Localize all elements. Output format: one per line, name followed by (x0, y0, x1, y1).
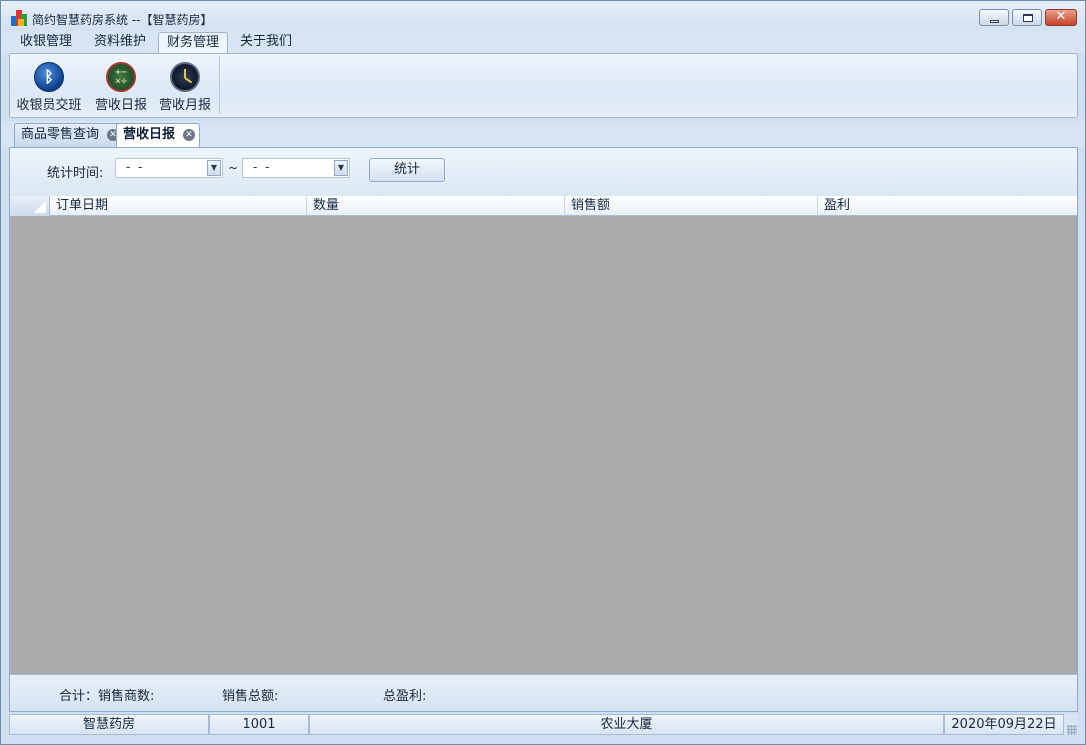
cashier-handover-button[interactable]: ᛒ 收银员交班 (16, 56, 82, 114)
app-window: 简约智慧药房系统 --【智慧药房】 ✕ 收银管理 资料维护 财务管理 关于我们 … (0, 0, 1086, 745)
end-date-picker[interactable]: - - ▼ (242, 158, 350, 178)
minimize-icon (990, 20, 999, 23)
daily-revenue-panel: 统计时间: - - ▼ ~ - - ▼ 统计 订单日期 数量 销售额 盈利 合计… (9, 147, 1078, 712)
ribbon-tab-finance[interactable]: 财务管理 (158, 32, 229, 54)
chevron-down-icon[interactable]: ▼ (334, 160, 348, 176)
filter-bar: 统计时间: - - ▼ ~ - - ▼ 统计 (10, 148, 1077, 196)
total-items-label: 合计：销售商数: (59, 689, 155, 704)
app-logo-icon (11, 10, 27, 26)
maximize-icon (1023, 14, 1033, 22)
daily-revenue-button[interactable]: +− ×÷ 营收日报 (88, 56, 154, 114)
clock-icon (170, 62, 200, 92)
start-date-value: - - (126, 160, 145, 174)
window-controls: ✕ (976, 9, 1077, 27)
document-tab-bar: 商品零售查询 ✕ 营收日报 ✕ (1, 121, 1085, 147)
monthly-revenue-label: 营收月报 (158, 98, 211, 113)
bluetooth-icon: ᛒ (34, 62, 64, 92)
ribbon-panel: ᛒ 收银员交班 +− ×÷ 营收日报 营收月报 (9, 53, 1078, 118)
revenue-grid[interactable]: 订单日期 数量 销售额 盈利 (10, 196, 1077, 674)
title-bar[interactable]: 简约智慧药房系统 --【智慧药房】 ✕ (1, 1, 1085, 31)
ribbon-group-finance: ᛒ 收银员交班 +− ×÷ 营收日报 营收月报 (12, 56, 220, 114)
grid-header: 订单日期 数量 销售额 盈利 (10, 196, 1077, 216)
date-range-separator: ~ (228, 161, 239, 175)
minimize-button[interactable] (979, 9, 1009, 26)
select-all-corner[interactable] (10, 196, 50, 216)
column-sales-amount[interactable]: 销售额 (565, 196, 818, 216)
summary-bar: 合计：销售商数: 销售总额: 总盈利: (10, 674, 1077, 711)
window-title: 简约智慧药房系统 --【智慧药房】 (32, 13, 213, 27)
doc-tab-label: 商品零售查询 (21, 127, 100, 142)
cashier-handover-label: 收银员交班 (16, 98, 82, 113)
ribbon-tab-about[interactable]: 关于我们 (232, 32, 300, 54)
status-bar: 智慧药房 1001 农业大厦 2020年09月22日 (9, 714, 1078, 735)
ribbon-tab-data-maintenance[interactable]: 资料维护 (86, 32, 154, 54)
doc-tab-label: 营收日报 (123, 127, 176, 142)
doc-tab-retail-query[interactable]: 商品零售查询 ✕ (14, 123, 125, 147)
profit-total-label: 总盈利: (383, 689, 427, 704)
sales-total-label: 销售总额: (222, 689, 279, 704)
maximize-button[interactable] (1012, 9, 1042, 26)
statistics-button[interactable]: 统计 (369, 158, 445, 182)
tab-close-icon[interactable]: ✕ (183, 129, 196, 141)
status-store-name: 智慧药房 (9, 714, 209, 735)
monthly-revenue-button[interactable]: 营收月报 (152, 56, 218, 114)
start-date-picker[interactable]: - - ▼ (115, 158, 223, 178)
status-location: 农业大厦 (309, 714, 944, 735)
close-button[interactable]: ✕ (1045, 9, 1077, 26)
column-order-date[interactable]: 订单日期 (50, 196, 307, 216)
close-icon: ✕ (1055, 9, 1067, 24)
status-date: 2020年09月22日 (944, 714, 1064, 735)
chevron-down-icon[interactable]: ▼ (207, 160, 221, 176)
status-user-id: 1001 (209, 714, 309, 735)
ribbon-tab-bar: 收银管理 资料维护 财务管理 关于我们 (1, 31, 1085, 54)
column-quantity[interactable]: 数量 (307, 196, 565, 216)
ribbon-tab-cashier[interactable]: 收银管理 (12, 32, 80, 54)
stat-time-label: 统计时间: (47, 166, 104, 181)
resize-grip-icon[interactable] (1067, 725, 1077, 735)
daily-revenue-label: 营收日报 (94, 98, 147, 113)
end-date-value: - - (253, 160, 272, 174)
column-profit[interactable]: 盈利 (818, 196, 1077, 216)
calculator-icon: +− ×÷ (106, 62, 136, 92)
doc-tab-daily-revenue[interactable]: 营收日报 ✕ (116, 123, 201, 147)
